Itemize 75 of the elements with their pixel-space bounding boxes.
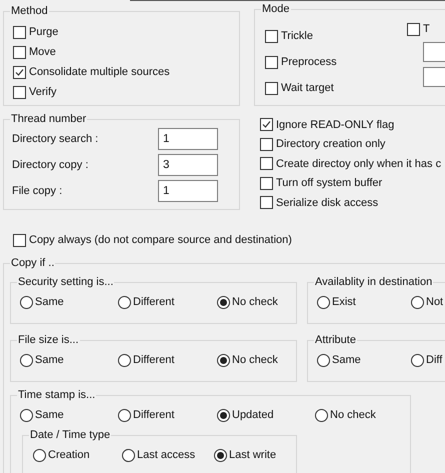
radio-label: Different — [133, 408, 174, 424]
number-field[interactable]: 3 — [158, 154, 218, 176]
checkbox-label: Move — [29, 44, 56, 60]
radio-label: Same — [332, 353, 361, 368]
radio-label: No check — [232, 353, 278, 368]
group-title: Date / Time type — [29, 428, 112, 442]
radio-label: Creation — [48, 448, 90, 464]
checkbox-label: Create directoy only when it has c — [276, 156, 442, 172]
checkbox[interactable] — [260, 138, 273, 151]
radio-label: Same — [35, 353, 64, 368]
group-title: Copy if .. — [10, 256, 56, 270]
radio-label: Different — [133, 353, 174, 368]
checkbox-label: Wait target — [281, 80, 334, 96]
checkbox-label: Copy always (do not compare source and destination) — [29, 233, 292, 248]
radio-label: Diff — [426, 353, 442, 368]
group-title: Availablity in destination — [314, 274, 434, 290]
checkbox[interactable] — [13, 26, 26, 38]
number-field[interactable]: 1 — [158, 128, 218, 150]
radio-label: Last write — [229, 448, 276, 464]
field-label: Directory copy : — [12, 158, 90, 173]
radio-label: Same — [35, 408, 64, 424]
checkbox-label: Purge — [29, 24, 58, 40]
checkbox-label: Trickle — [281, 28, 313, 44]
radio-button[interactable] — [20, 409, 33, 422]
radio-button[interactable] — [33, 449, 46, 462]
radio-button[interactable] — [411, 296, 424, 309]
checkbox-label: Turn off system buffer — [276, 176, 382, 191]
field-label: Directory search : — [12, 132, 100, 147]
radio-button[interactable] — [317, 296, 330, 309]
radio-label: Different — [133, 295, 174, 310]
checkbox[interactable] — [13, 46, 26, 58]
radio-button[interactable] — [118, 296, 131, 309]
checkbox[interactable] — [13, 86, 26, 98]
checkbox[interactable] — [260, 118, 273, 132]
radio-button[interactable] — [315, 409, 328, 422]
checkbox-label: Preprocess — [281, 54, 337, 70]
radio-button[interactable] — [317, 354, 330, 367]
radio-label: No check — [330, 408, 376, 424]
number-field[interactable]: 1 — [158, 180, 218, 202]
radio-button[interactable] — [122, 449, 135, 462]
radio-button[interactable] — [118, 409, 131, 422]
checkbox[interactable] — [13, 66, 26, 78]
radio-button[interactable] — [411, 354, 424, 367]
radio-label: Exist — [332, 295, 356, 310]
checkbox-label: Serialize disk access — [276, 196, 378, 210]
checkbox[interactable] — [265, 82, 278, 94]
checkbox[interactable] — [260, 176, 273, 190]
checkbox-label: Verify — [29, 84, 57, 100]
radio-button[interactable] — [20, 354, 33, 367]
radio-button[interactable] — [214, 449, 227, 462]
checkbox[interactable] — [265, 56, 278, 68]
radio-button[interactable] — [118, 354, 131, 367]
radio-label: No check — [232, 295, 278, 310]
group-title: Time stamp is... — [17, 388, 96, 402]
radio-button[interactable] — [217, 296, 230, 309]
checkbox-label: Consolidate multiple sources — [29, 64, 170, 80]
radio-button[interactable] — [217, 354, 230, 367]
radio-label: Same — [35, 295, 64, 310]
checkbox-label: Directory creation only — [276, 137, 386, 152]
number-field[interactable] — [423, 67, 445, 87]
number-field[interactable] — [423, 42, 445, 62]
checkbox-label: T — [423, 22, 430, 37]
checkbox[interactable] — [260, 157, 273, 170]
checkbox[interactable] — [265, 30, 278, 42]
radio-label: Not — [426, 295, 444, 310]
checkbox[interactable] — [13, 234, 26, 247]
radio-label: Updated — [232, 408, 274, 424]
checkbox[interactable] — [260, 196, 273, 210]
field-label: File copy : — [12, 184, 64, 199]
radio-button[interactable] — [20, 296, 33, 309]
radio-button[interactable] — [217, 409, 230, 422]
group-title: Security setting is... — [17, 274, 114, 290]
radio-label: Last access — [137, 448, 196, 464]
checkbox-label: Ignore READ-ONLY flag — [276, 118, 394, 132]
checkbox[interactable] — [407, 22, 420, 36]
